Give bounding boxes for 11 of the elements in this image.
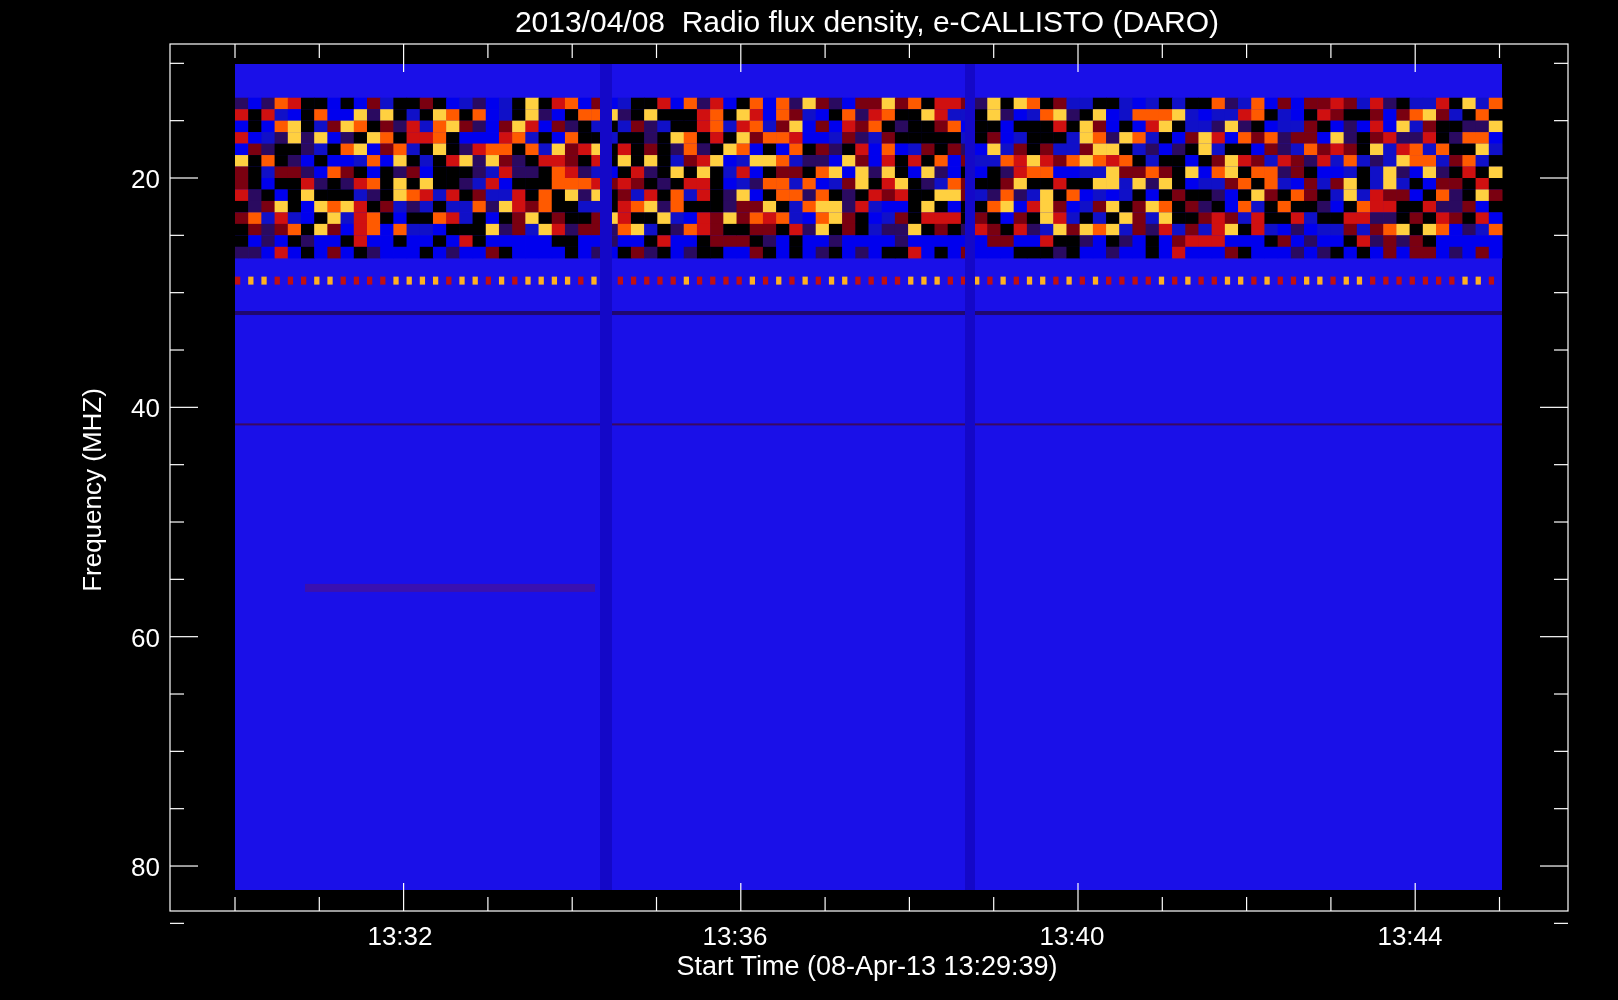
y-tick-label: 40 (131, 393, 160, 424)
x-tick-label: 13:32 (367, 921, 433, 951)
x-tick-label: 13:36 (702, 921, 768, 951)
y-axis-label: Frequency (MHZ) (77, 388, 107, 592)
y-tick-label: 60 (131, 622, 160, 653)
x-tick-label: 13:44 (1377, 921, 1443, 951)
chart-title: 2013/04/08 Radio flux density, e-CALLISTO (DARO) (514, 5, 1220, 38)
y-tick-label: 20 (131, 164, 160, 194)
x-axis-label: Start Time (08-Apr-13 13:29:39) (676, 951, 1058, 981)
y-tick-label: 80 (131, 852, 160, 882)
x-tick-label: 13:40 (1039, 921, 1105, 951)
